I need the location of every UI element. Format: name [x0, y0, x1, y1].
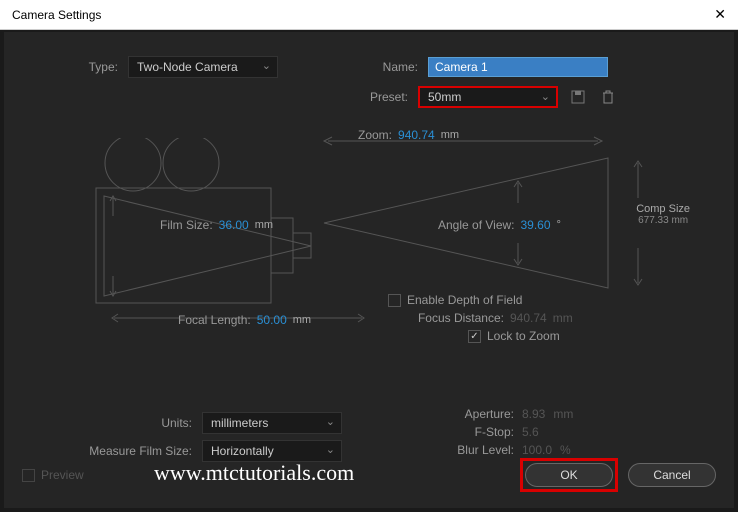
filmsize-label: Film Size: [160, 218, 213, 232]
focus-dist-label: Focus Distance: [388, 311, 504, 325]
preset-delete-icon[interactable] [598, 87, 618, 107]
angle-value[interactable]: 39.60 [521, 218, 551, 232]
close-icon[interactable]: ✕ [714, 6, 726, 23]
camera-diagram: Zoom: 940.74 mm Film Size: 36.00 mm Angl… [28, 118, 710, 318]
ok-highlight: OK [520, 458, 618, 492]
fstop-value: 5.6 [522, 425, 539, 439]
enable-dof-checkbox[interactable] [388, 294, 401, 307]
type-value: Two-Node Camera [137, 60, 238, 74]
name-value: Camera 1 [435, 60, 488, 74]
blur-value: 100.0 [522, 443, 552, 457]
preset-save-icon[interactable] [568, 87, 588, 107]
units-label: Units: [84, 416, 192, 430]
preview-label: Preview [41, 468, 84, 482]
comp-size-block: Comp Size 677.33 mm [636, 203, 690, 226]
aperture-value: 8.93 [522, 407, 545, 421]
lock-zoom-label: Lock to Zoom [487, 329, 560, 343]
focus-dist-value: 940.74 [510, 311, 547, 325]
window-title: Camera Settings [12, 8, 101, 22]
units-dropdown[interactable]: millimeters [202, 412, 342, 434]
focal-value[interactable]: 50.00 [257, 313, 287, 327]
focus-dist-unit: mm [553, 311, 573, 325]
units-value: millimeters [211, 416, 268, 430]
preset-label: Preset: [288, 90, 408, 104]
blur-label: Blur Level: [414, 443, 514, 457]
focal-label: Focal Length: [178, 313, 251, 327]
angle-unit: ° [557, 219, 561, 231]
comp-size-label: Comp Size [636, 203, 690, 215]
aperture-unit: mm [553, 407, 573, 421]
measure-film-value: Horizontally [211, 444, 274, 458]
ok-button[interactable]: OK [525, 463, 613, 487]
dialog-body: Type: Two-Node Camera Name: Camera 1 Pre… [4, 32, 734, 508]
comp-size-value: 677.33 mm [636, 215, 690, 226]
blur-unit: % [560, 443, 571, 457]
zoom-label: Zoom: [358, 128, 392, 142]
name-input[interactable]: Camera 1 [428, 57, 608, 77]
preview-checkbox[interactable] [22, 469, 35, 482]
dof-column: Enable Depth of Field Focus Distance: 94… [388, 293, 573, 347]
preset-value: 50mm [428, 90, 461, 104]
filmsize-unit: mm [255, 219, 273, 231]
cancel-button[interactable]: Cancel [628, 463, 716, 487]
measure-film-label: Measure Film Size: [84, 444, 192, 458]
fstop-label: F-Stop: [414, 425, 514, 439]
type-label: Type: [28, 60, 118, 74]
preset-dropdown[interactable]: 50mm [418, 86, 558, 108]
angle-label: Angle of View: [438, 218, 515, 232]
enable-dof-label: Enable Depth of Field [407, 293, 522, 307]
aperture-label: Aperture: [414, 407, 514, 421]
zoom-value[interactable]: 940.74 [398, 128, 435, 142]
lock-zoom-checkbox[interactable] [468, 330, 481, 343]
type-dropdown[interactable]: Two-Node Camera [128, 56, 278, 78]
zoom-unit: mm [441, 129, 459, 141]
titlebar: Camera Settings ✕ [0, 0, 738, 30]
filmsize-value[interactable]: 36.00 [219, 218, 249, 232]
focal-unit: mm [293, 314, 311, 326]
name-label: Name: [288, 60, 418, 74]
